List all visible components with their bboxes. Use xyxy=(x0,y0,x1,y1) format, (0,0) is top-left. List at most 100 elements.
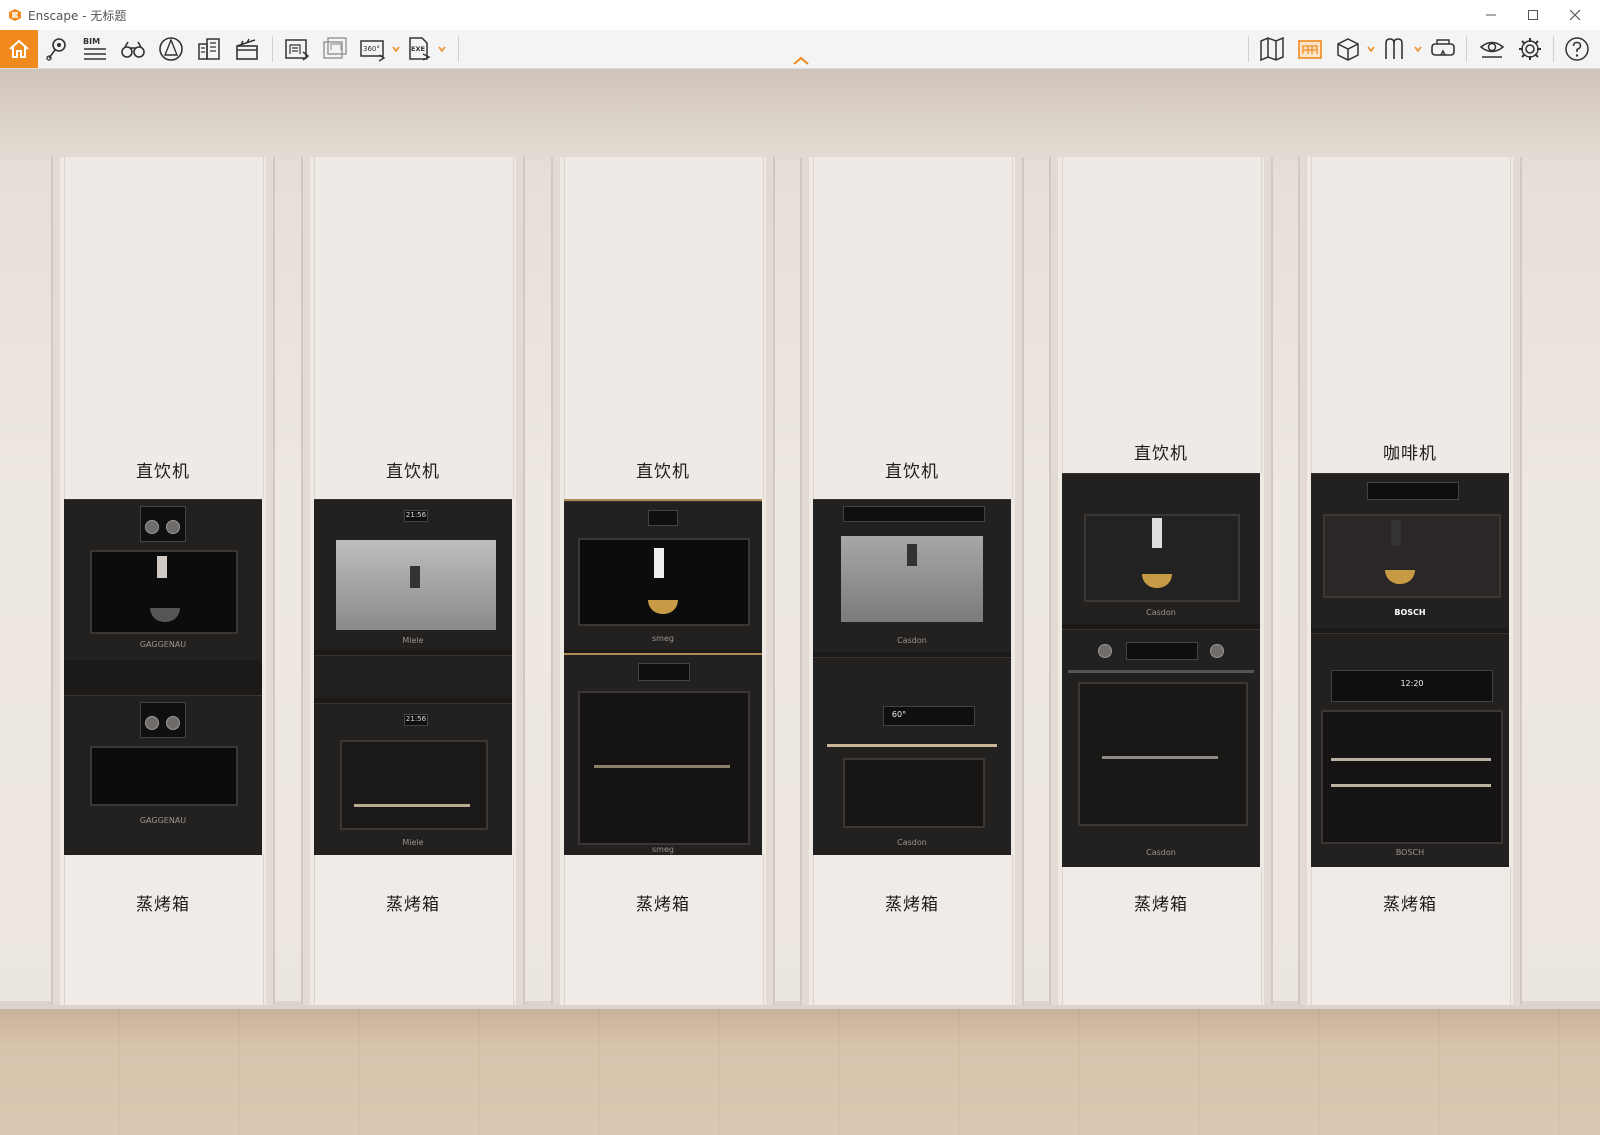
appliance-label-top: 直饮机 xyxy=(885,462,939,482)
view-cube-dropdown-icon[interactable] xyxy=(1367,45,1375,53)
material-dropdown-icon[interactable] xyxy=(1414,45,1422,53)
control-knob xyxy=(166,520,180,534)
settings-button[interactable] xyxy=(1515,34,1545,64)
help-icon xyxy=(1565,37,1589,61)
steam-oven: 12:20 BOSCH xyxy=(1311,633,1509,868)
cabinet-column-5: 直饮机 Casdon Casdon 蒸烤箱 xyxy=(1058,157,1264,1005)
steam-oven: Casdon xyxy=(1062,629,1260,868)
export-exe-icon: EXE xyxy=(409,37,431,61)
toolbar-separator xyxy=(1466,36,1467,62)
oven-rack xyxy=(1102,756,1218,759)
settings-gear-icon xyxy=(1519,38,1541,60)
asset-library-button[interactable] xyxy=(1295,34,1325,64)
appliance-label-top: 直饮机 xyxy=(386,462,440,482)
exe-label: EXE xyxy=(411,45,425,53)
asset-library-icon xyxy=(1298,40,1322,59)
appliance-label-top: 直饮机 xyxy=(136,462,190,482)
brand-mark: Miele xyxy=(402,838,424,847)
appliance-label-bottom: 蒸烤箱 xyxy=(636,895,690,915)
oven-window xyxy=(340,740,488,830)
digital-display: 60° xyxy=(883,706,975,726)
view-cube-icon xyxy=(1337,38,1359,61)
upper-door xyxy=(1311,157,1511,473)
steam-oven: 60° Casdon xyxy=(813,657,1011,856)
cabinet-column-6: 咖啡机 BOSCH 12:20 BOSCH 蒸烤箱 xyxy=(1307,157,1513,1005)
steam-oven: 21:56 Miele xyxy=(314,703,512,856)
appliance-label-bottom: 蒸烤箱 xyxy=(386,895,440,915)
bim-button[interactable]: BIM xyxy=(80,34,110,64)
control-knob xyxy=(145,716,159,730)
appliance-label-bottom: 蒸烤箱 xyxy=(1134,895,1188,915)
coffee-spout xyxy=(410,566,420,588)
oven-rack xyxy=(1331,758,1491,761)
minimize-button[interactable] xyxy=(1469,0,1513,30)
render-screenshot-icon xyxy=(285,39,310,61)
lower-door xyxy=(564,855,764,1005)
brand-mark: Casdon xyxy=(1146,608,1176,617)
map-button[interactable] xyxy=(1257,34,1287,64)
oven-rack xyxy=(1331,784,1491,787)
brew-window xyxy=(1323,514,1501,598)
appliance-stack: BOSCH 12:20 BOSCH xyxy=(1311,473,1509,868)
export-dropdown-icon[interactable] xyxy=(438,45,446,53)
control-strip xyxy=(843,506,985,522)
brand-mark: smeg xyxy=(652,634,674,643)
control-knob xyxy=(1210,644,1224,658)
cabinet-column-2: 直饮机 21:56 Miele 21:56 Miele 蒸烤箱 xyxy=(310,157,516,1005)
batch-render-button[interactable] xyxy=(320,34,350,64)
digital-display xyxy=(1126,642,1198,660)
clock-readout: 12:20 xyxy=(1400,679,1424,688)
cabinet-column-4: 直饮机 Casdon 60° Casdon 蒸烤箱 xyxy=(809,157,1015,1005)
oven-window xyxy=(1078,682,1248,826)
lower-door xyxy=(1062,867,1262,1005)
oven-window xyxy=(843,758,985,828)
touch-display xyxy=(638,663,690,681)
toolbar-separator xyxy=(1248,36,1249,62)
brew-window xyxy=(1084,514,1240,602)
panorama-label: 360° xyxy=(363,45,380,53)
location-pin-button[interactable] xyxy=(42,34,72,64)
oven-window xyxy=(1321,710,1503,844)
panorama-dropdown-icon[interactable] xyxy=(392,45,400,53)
panorama-button[interactable]: 360° xyxy=(358,34,388,64)
warming-drawer xyxy=(314,655,512,698)
ceiling-soffit xyxy=(0,69,1600,161)
atmosphere-button[interactable] xyxy=(156,34,186,64)
coffee-spout xyxy=(907,544,917,566)
brand-mark: GAGGENAU xyxy=(139,816,187,825)
toolbar-separator xyxy=(272,36,273,62)
wood-floor xyxy=(0,1009,1600,1135)
coffee-machine: GAGGENAU xyxy=(64,499,262,660)
vr-headset-button[interactable] xyxy=(1428,34,1458,64)
clock-readout: 21:56 xyxy=(405,715,427,723)
binoculars-button[interactable] xyxy=(118,34,148,64)
buildings-button[interactable] xyxy=(194,34,224,64)
vr-headset-icon xyxy=(1431,39,1455,56)
screenshot-button[interactable] xyxy=(282,34,312,64)
appliance-label-top: 直饮机 xyxy=(636,462,690,482)
window-title: Enscape - 无标题 xyxy=(28,9,127,23)
help-button[interactable] xyxy=(1562,34,1592,64)
collapse-toolbar-chevron-icon[interactable] xyxy=(790,54,812,68)
brand-mark: Miele xyxy=(402,636,424,645)
maximize-icon xyxy=(1528,10,1538,20)
view-cube-button[interactable] xyxy=(1333,34,1363,64)
maximize-button[interactable] xyxy=(1511,0,1555,30)
visual-settings-button[interactable] xyxy=(1477,34,1507,64)
material-editor-button[interactable] xyxy=(1380,34,1410,64)
export-exe-button[interactable]: EXE xyxy=(404,34,434,64)
coffee-spout xyxy=(654,548,664,578)
control-knob xyxy=(145,520,159,534)
home-button[interactable] xyxy=(0,30,38,68)
window-title-bar: Enscape - 无标题 xyxy=(0,0,1600,31)
appliance-label-bottom: 蒸烤箱 xyxy=(136,895,190,915)
video-editor-button[interactable] xyxy=(232,34,262,64)
coffee-spout xyxy=(1152,518,1162,548)
render-viewport[interactable]: 直饮机 GAGGENAU GAGGENAU 蒸烤箱 直饮机 21:56 Miel… xyxy=(0,69,1600,1135)
bim-label: BIM xyxy=(83,37,100,46)
batch-render-icon xyxy=(323,37,347,59)
appliance-label-bottom: 蒸烤箱 xyxy=(885,895,939,915)
lower-door xyxy=(1311,867,1511,1005)
binoculars-icon xyxy=(121,41,145,58)
close-button[interactable] xyxy=(1553,0,1597,30)
